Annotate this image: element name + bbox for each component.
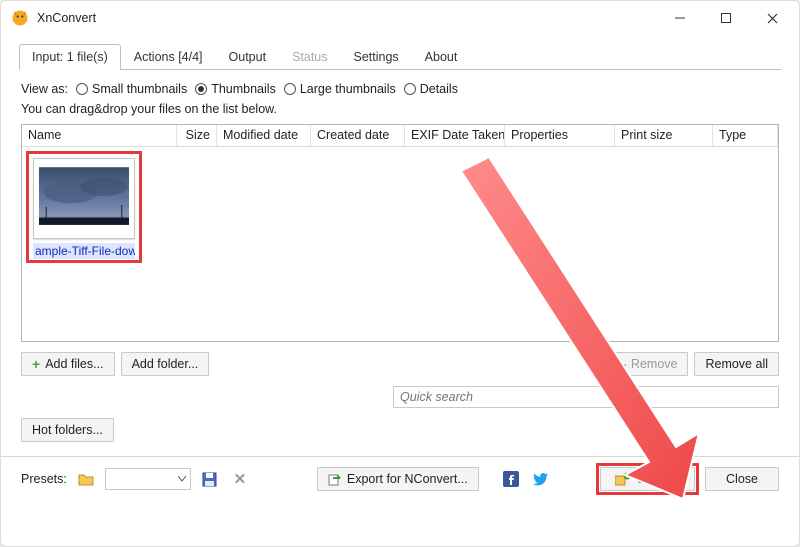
close-button[interactable]: Close xyxy=(705,467,779,491)
plus-icon: + xyxy=(32,358,40,370)
search-row xyxy=(21,386,779,408)
delete-preset-icon[interactable]: ✕ xyxy=(229,468,251,490)
presets-folder-icon[interactable] xyxy=(75,468,97,490)
radio-large-thumbs[interactable]: Large thumbnails xyxy=(284,82,396,96)
tab-bar: Input: 1 file(s) Actions [4/4] Output St… xyxy=(19,43,781,70)
file-buttons-row: +Add files... Add folder... —Remove Remo… xyxy=(21,352,779,376)
thumbnail-image xyxy=(39,164,129,228)
remove-button[interactable]: —Remove xyxy=(601,352,689,376)
tab-input[interactable]: Input: 1 file(s) xyxy=(19,44,121,70)
grid-body[interactable]: ample-Tiff-File-downl. xyxy=(22,147,778,341)
tab-about[interactable]: About xyxy=(412,44,471,70)
col-printsize[interactable]: Print size xyxy=(615,125,713,146)
tab-actions[interactable]: Actions [4/4] xyxy=(121,44,216,70)
thumbnail-frame xyxy=(33,158,135,239)
radio-details[interactable]: Details xyxy=(404,82,458,96)
chevron-down-icon xyxy=(178,476,186,482)
add-files-button[interactable]: +Add files... xyxy=(21,352,115,376)
minus-icon: — xyxy=(612,359,626,369)
tab-settings[interactable]: Settings xyxy=(341,44,412,70)
viewas-label: View as: xyxy=(21,82,68,96)
viewas-panel: View as: Small thumbnails Thumbnails Lar… xyxy=(1,70,799,116)
maximize-button[interactable] xyxy=(703,3,749,33)
file-caption: ample-Tiff-File-downl. xyxy=(33,243,135,259)
footer: Presets: ✕ Export for NConvert... Conver… xyxy=(1,457,799,503)
file-item[interactable]: ample-Tiff-File-downl. xyxy=(28,153,140,261)
convert-button[interactable]: Convert xyxy=(600,467,695,491)
export-nconvert-button[interactable]: Export for NConvert... xyxy=(317,467,479,491)
remove-all-button[interactable]: Remove all xyxy=(694,352,779,376)
presets-combo[interactable] xyxy=(105,468,191,490)
export-icon xyxy=(328,472,342,486)
hotfolders-row: Hot folders... xyxy=(21,418,779,442)
col-size[interactable]: Size xyxy=(177,125,217,146)
drag-hint: You can drag&drop your files on the list… xyxy=(21,102,779,116)
convert-highlight: Convert xyxy=(598,465,697,493)
twitter-icon[interactable] xyxy=(530,468,552,490)
col-modified[interactable]: Modified date xyxy=(217,125,311,146)
titlebar: XnConvert xyxy=(1,1,799,35)
add-folder-button[interactable]: Add folder... xyxy=(121,352,210,376)
tab-output[interactable]: Output xyxy=(216,44,280,70)
save-preset-icon[interactable] xyxy=(199,468,221,490)
col-type[interactable]: Type xyxy=(713,125,778,146)
app-window: XnConvert Input: 1 file(s) Actions [4/4]… xyxy=(0,0,800,547)
radio-thumbnails[interactable]: Thumbnails xyxy=(195,82,276,96)
minimize-button[interactable] xyxy=(657,3,703,33)
col-exif[interactable]: EXIF Date Taken xyxy=(405,125,505,146)
col-created[interactable]: Created date xyxy=(311,125,405,146)
col-properties[interactable]: Properties xyxy=(505,125,615,146)
presets-label: Presets: xyxy=(21,472,67,486)
convert-icon xyxy=(615,472,631,486)
tab-status: Status xyxy=(279,44,340,70)
hot-folders-button[interactable]: Hot folders... xyxy=(21,418,114,442)
col-name[interactable]: Name xyxy=(22,125,177,146)
close-window-button[interactable] xyxy=(749,3,795,33)
grid-header: Name Size Modified date Created date EXI… xyxy=(22,125,778,147)
radio-small-thumbs[interactable]: Small thumbnails xyxy=(76,82,187,96)
window-title: XnConvert xyxy=(37,11,96,25)
file-grid: Name Size Modified date Created date EXI… xyxy=(21,124,779,342)
app-icon xyxy=(11,9,29,27)
quick-search-input[interactable] xyxy=(393,386,779,408)
facebook-icon[interactable] xyxy=(500,468,522,490)
